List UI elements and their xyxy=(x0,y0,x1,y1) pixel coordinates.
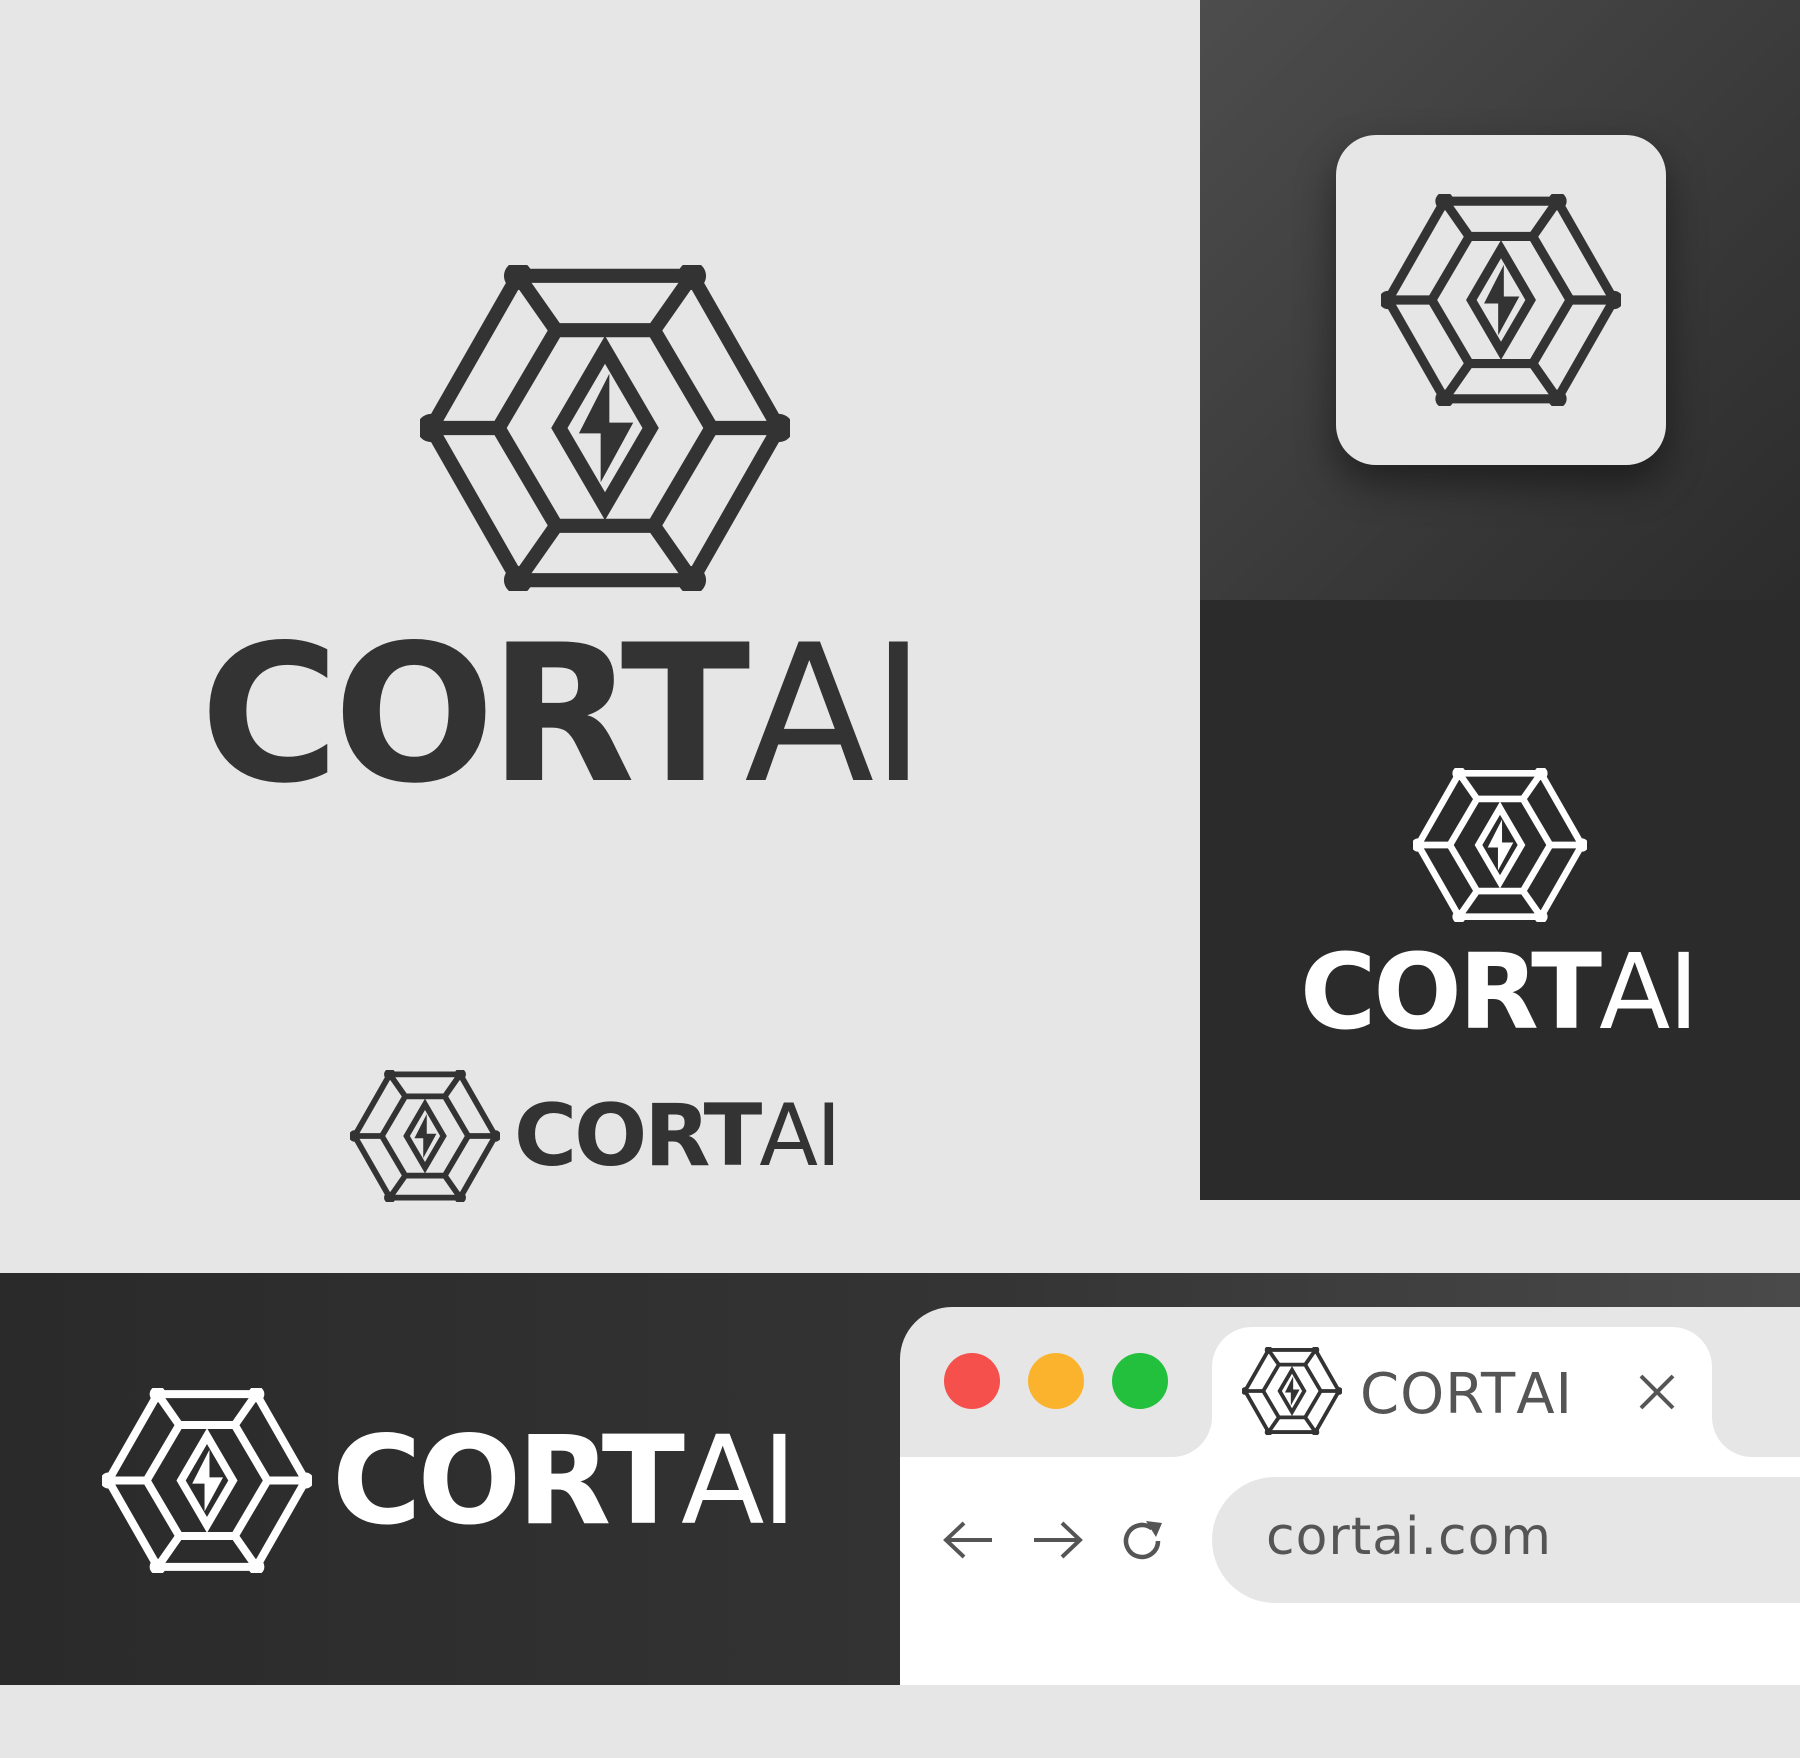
hexagon-logo-icon xyxy=(1242,1347,1342,1435)
tab-title: CORT AI xyxy=(1360,1367,1573,1423)
back-arrow-icon[interactable] xyxy=(942,1520,996,1560)
url-text: cortai.com xyxy=(1266,1507,1553,1567)
browser-window: CORT AI cortai.com xyxy=(900,1307,1800,1685)
horizontal-logo-light: CORT AI xyxy=(350,1070,841,1202)
hexagon-logo-icon xyxy=(1381,194,1621,406)
wordmark-thin: AI xyxy=(744,604,926,825)
horizontal-logo-dark: CORT AI xyxy=(102,1388,797,1573)
browser-tab[interactable]: CORT AI xyxy=(1212,1327,1712,1457)
tab-corner-right xyxy=(1712,1417,1752,1457)
wordmark-thin: AI xyxy=(680,1409,797,1552)
wordmark-bold: CORT xyxy=(200,604,750,825)
tab-corner-left xyxy=(1172,1417,1212,1457)
main-logo xyxy=(420,265,790,591)
main-wordmark: CORT AI xyxy=(200,604,926,825)
forward-arrow-icon[interactable] xyxy=(1030,1520,1084,1560)
wordmark-bold: CORT xyxy=(514,1086,762,1186)
hexagon-logo-icon xyxy=(102,1388,312,1573)
hexagon-logo-icon xyxy=(420,265,790,591)
tab-title-bold: CORT xyxy=(1360,1362,1517,1427)
maximize-window-button[interactable] xyxy=(1112,1353,1168,1409)
close-icon[interactable] xyxy=(1638,1373,1676,1411)
close-window-button[interactable] xyxy=(944,1353,1000,1409)
tab-title-thin: AI xyxy=(1516,1362,1574,1427)
wordmark-bold: CORT xyxy=(332,1409,685,1552)
wordmark-thin: AI xyxy=(1599,931,1699,1053)
wordmark-bold: CORT xyxy=(1300,931,1602,1053)
wordmark-thin: AI xyxy=(759,1086,841,1186)
minimize-window-button[interactable] xyxy=(1028,1353,1084,1409)
address-bar[interactable]: cortai.com xyxy=(1212,1477,1800,1603)
hexagon-logo-icon xyxy=(350,1070,500,1202)
hexagon-logo-icon xyxy=(1413,768,1587,922)
stacked-wordmark-dark: CORT AI xyxy=(1300,931,1699,1053)
app-icon-tile xyxy=(1336,135,1666,465)
stacked-logo-dark xyxy=(1413,768,1587,922)
reload-icon[interactable] xyxy=(1118,1517,1166,1565)
